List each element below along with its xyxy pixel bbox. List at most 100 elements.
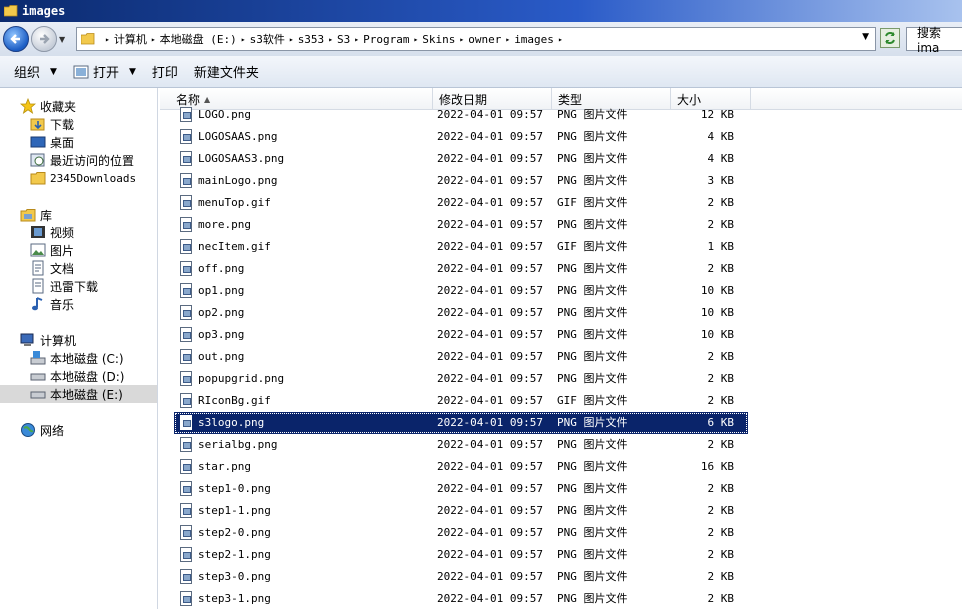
file-row[interactable]: LOGOSAAS3.png 2022-04-01 09:57 PNG 图片文件 4 K… xyxy=(174,148,748,170)
sidebar-item-network[interactable]: 网络 xyxy=(20,421,64,439)
organize-button[interactable]: 组织 ▼ xyxy=(6,60,65,84)
sidebar-item-documents[interactable]: 文档 xyxy=(30,259,74,277)
sidebar-item-2345downloads[interactable]: 2345Downloads xyxy=(30,169,136,187)
sidebar-item-libraries[interactable]: 库 xyxy=(20,206,52,224)
chevron-right-icon[interactable]: ▸ xyxy=(354,35,359,44)
file-size: 12 KB xyxy=(700,108,734,121)
file-size: 6 KB xyxy=(707,416,735,429)
refresh-button[interactable] xyxy=(880,28,900,48)
file-name: step2-1.png xyxy=(198,548,271,561)
sidebar-item-favorites[interactable]: 收藏夹 xyxy=(20,97,76,115)
chevron-right-icon[interactable]: ▸ xyxy=(459,35,464,44)
file-row[interactable]: step3-1.png 2022-04-01 09:57 PNG 图片文件 2 KB xyxy=(174,588,748,609)
breadcrumb-skins[interactable]: Skins xyxy=(422,33,455,46)
sidebar-item-downloads[interactable]: 下载 xyxy=(30,115,74,133)
breadcrumb-owner[interactable]: owner xyxy=(468,33,501,46)
breadcrumb: ▸ 计算机 ▸ 本地磁盘 (E:) ▸ s3软件 ▸ s353 ▸ S3 ▸ P… xyxy=(101,31,567,47)
file-row[interactable]: step1-1.png 2022-04-01 09:57 PNG 图片文件 2 KB xyxy=(174,500,748,522)
chevron-right-icon[interactable]: ▸ xyxy=(105,35,110,44)
file-row[interactable]: serialbg.png 2022-04-01 09:57 PNG 图片文件 2 KB xyxy=(174,434,748,456)
file-row[interactable]: op3.png 2022-04-01 09:57 PNG 图片文件 10 KB xyxy=(174,324,748,346)
chevron-right-icon[interactable]: ▸ xyxy=(289,35,294,44)
chevron-right-icon[interactable]: ▸ xyxy=(505,35,510,44)
file-size: 10 KB xyxy=(700,328,734,341)
file-row[interactable]: popupgrid.png 2022-04-01 09:57 PNG 图片文件 2 K… xyxy=(174,368,748,390)
file-row[interactable]: mainLogo.png 2022-04-01 09:57 PNG 图片文件 3 KB xyxy=(174,170,748,192)
file-row[interactable]: menuTop.gif 2022-04-01 09:57 GIF 图片文件 2 KB xyxy=(174,192,748,214)
sidebar-label: 迅雷下载 xyxy=(50,279,99,294)
file-date: 2022-04-01 09:57 xyxy=(437,218,543,231)
file-row[interactable]: off.png 2022-04-01 09:57 PNG 图片文件 2 KB xyxy=(174,258,748,280)
file-row[interactable]: op1.png 2022-04-01 09:57 PNG 图片文件 10 KB xyxy=(174,280,748,302)
sidebar-item-pictures[interactable]: 图片 xyxy=(30,241,74,259)
sidebar-item-drive-d[interactable]: 本地磁盘 (D:) xyxy=(30,367,124,385)
sidebar-item-thunder-downloads[interactable]: 迅雷下载 xyxy=(30,277,98,295)
sidebar-item-music[interactable]: 音乐 xyxy=(30,295,74,313)
image-file-icon xyxy=(180,481,192,496)
chevron-right-icon[interactable]: ▸ xyxy=(413,35,418,44)
sidebar-label: 音乐 xyxy=(50,297,75,312)
file-row[interactable]: s3logo.png 2022-04-01 09:57 PNG 图片文件 6 KB xyxy=(174,412,748,434)
folder-icon xyxy=(81,33,95,45)
chevron-right-icon[interactable]: ▸ xyxy=(328,35,333,44)
chevron-right-icon[interactable]: ▸ xyxy=(241,35,246,44)
file-row[interactable]: LOGO.png 2022-04-01 09:57 PNG 图片文件 12 KB xyxy=(174,104,748,126)
image-file-icon xyxy=(180,283,192,298)
breadcrumb-drive-e[interactable]: 本地磁盘 (E:) xyxy=(160,31,237,47)
file-row[interactable]: star.png 2022-04-01 09:57 PNG 图片文件 16 KB xyxy=(174,456,748,478)
breadcrumb-s3-software[interactable]: s3软件 xyxy=(250,31,285,47)
file-size: 2 KB xyxy=(707,548,735,561)
forward-button[interactable] xyxy=(31,26,57,52)
address-dropdown-icon[interactable]: ▼ xyxy=(862,32,869,42)
file-row[interactable]: necItem.gif 2022-04-01 09:57 GIF 图片文件 1 KB xyxy=(174,236,748,258)
breadcrumb-s353[interactable]: s353 xyxy=(298,33,325,46)
file-type: PNG 图片文件 xyxy=(557,592,628,605)
print-button[interactable]: 打印 xyxy=(144,60,186,84)
breadcrumb-s3[interactable]: S3 xyxy=(337,33,350,46)
file-type: PNG 图片文件 xyxy=(557,504,628,517)
breadcrumb-computer[interactable]: 计算机 xyxy=(114,31,147,47)
file-type: PNG 图片文件 xyxy=(557,108,628,121)
library-icon xyxy=(20,207,36,223)
file-size: 2 KB xyxy=(707,570,735,583)
sidebar-item-desktop[interactable]: 桌面 xyxy=(30,133,74,151)
sidebar-item-computer[interactable]: 计算机 xyxy=(20,331,76,349)
breadcrumb-images[interactable]: images xyxy=(514,33,554,46)
address-bar[interactable]: ▸ 计算机 ▸ 本地磁盘 (E:) ▸ s3软件 ▸ s353 ▸ S3 ▸ P… xyxy=(76,27,876,51)
chevron-right-icon[interactable]: ▸ xyxy=(151,35,156,44)
file-name: LOGOSAAS.png xyxy=(198,130,278,143)
file-row[interactable]: step2-0.png 2022-04-01 09:57 PNG 图片文件 2 KB xyxy=(174,522,748,544)
file-type: PNG 图片文件 xyxy=(557,548,628,561)
window-title: images xyxy=(22,4,66,18)
history-dropdown-icon[interactable]: ▼ xyxy=(59,35,69,44)
file-type: PNG 图片文件 xyxy=(557,416,628,429)
breadcrumb-program[interactable]: Program xyxy=(363,33,409,46)
sidebar-item-drive-c[interactable]: 本地磁盘 (C:) xyxy=(30,349,124,367)
sidebar-item-drive-e[interactable]: 本地磁盘 (E:) xyxy=(0,385,157,403)
image-file-icon xyxy=(180,261,192,276)
search-input[interactable]: 搜索 ima xyxy=(906,26,962,55)
chevron-right-icon[interactable]: ▸ xyxy=(558,35,563,44)
file-row[interactable]: step2-1.png 2022-04-01 09:57 PNG 图片文件 2 KB xyxy=(174,544,748,566)
file-date: 2022-04-01 09:57 xyxy=(437,350,543,363)
open-button[interactable]: 打开 ▼ xyxy=(65,60,144,84)
sidebar-item-videos[interactable]: 视频 xyxy=(30,223,74,241)
file-type: PNG 图片文件 xyxy=(557,130,628,143)
image-file-icon xyxy=(180,393,192,408)
sidebar-item-recent-places[interactable]: 最近访问的位置 xyxy=(30,151,134,169)
file-row[interactable]: out.png 2022-04-01 09:57 PNG 图片文件 2 KB xyxy=(174,346,748,368)
file-row[interactable]: more.png 2022-04-01 09:57 PNG 图片文件 2 KB xyxy=(174,214,748,236)
file-row[interactable]: LOGOSAAS.png 2022-04-01 09:57 PNG 图片文件 4 KB xyxy=(174,126,748,148)
chevron-down-icon: ▼ xyxy=(128,66,136,77)
back-button[interactable] xyxy=(3,26,29,52)
print-label: 打印 xyxy=(151,66,178,81)
new-folder-button[interactable]: 新建文件夹 xyxy=(186,60,267,84)
file-size: 2 KB xyxy=(707,438,735,451)
sidebar-label: 图片 xyxy=(50,243,75,258)
file-row[interactable]: RIconBg.gif 2022-04-01 09:57 GIF 图片文件 2 KB xyxy=(174,390,748,412)
image-file-icon xyxy=(180,217,192,232)
file-row[interactable]: step1-0.png 2022-04-01 09:57 PNG 图片文件 2 KB xyxy=(174,478,748,500)
file-row[interactable]: step3-0.png 2022-04-01 09:57 PNG 图片文件 2 KB xyxy=(174,566,748,588)
file-row[interactable]: op2.png 2022-04-01 09:57 PNG 图片文件 10 KB xyxy=(174,302,748,324)
file-size: 1 KB xyxy=(707,240,735,253)
